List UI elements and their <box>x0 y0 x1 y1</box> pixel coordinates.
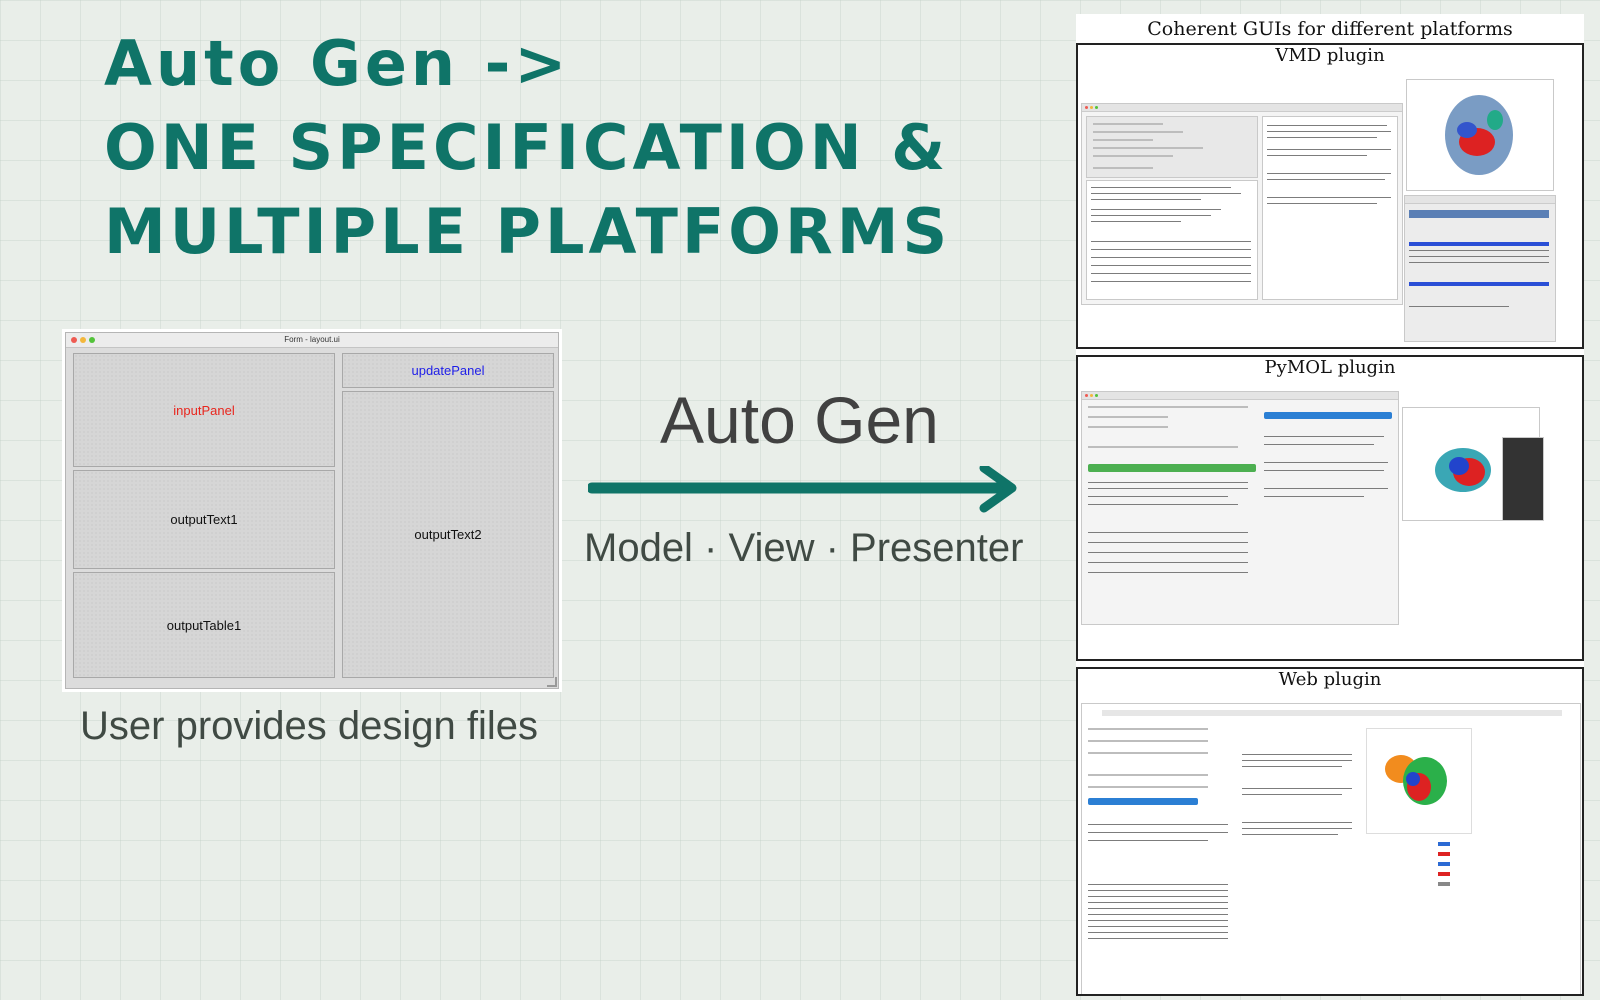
output-table1-label: outputTable1 <box>166 617 242 633</box>
arrow-right-icon <box>588 466 1017 513</box>
designer-window: Form - layout.ui inputPanel updatePanel … <box>62 329 562 692</box>
headline-line-1: Auto Gen -> <box>104 27 571 100</box>
output-table1-panel[interactable]: outputTable1 <box>73 572 335 678</box>
output-text1-panel[interactable]: outputText1 <box>73 470 335 569</box>
update-panel-label: updatePanel <box>411 363 485 378</box>
resize-grip-icon[interactable] <box>547 677 557 687</box>
web-molecule-display <box>1366 728 1472 834</box>
vmd-main-window <box>1404 195 1556 342</box>
output-text2-label: outputText2 <box>414 527 482 542</box>
headline-line-2: ONE SPECIFICATION & <box>104 111 950 184</box>
vmd-plugin-title: VMD plugin <box>1275 45 1385 66</box>
web-plugin-panel: Web plugin <box>1076 667 1584 996</box>
update-panel[interactable]: updatePanel <box>342 353 554 388</box>
designer-window-title: Form - layout.ui <box>284 335 340 344</box>
input-panel-label: inputPanel <box>173 402 235 418</box>
zoom-dot-icon[interactable] <box>89 337 95 343</box>
output-text1-label: outputText1 <box>170 512 238 527</box>
vmd-molecule-display <box>1406 79 1554 191</box>
vmd-plugin-window <box>1081 103 1403 305</box>
input-panel[interactable]: inputPanel <box>73 353 335 467</box>
web-plugin-window <box>1081 703 1581 994</box>
mvp-label: Model · View · Presenter <box>584 526 1024 570</box>
auto-gen-label: Auto Gen <box>660 383 939 457</box>
web-plugin-title: Web plugin <box>1278 669 1382 690</box>
headline-line-3: MULTIPLE PLATFORMS <box>104 195 952 268</box>
figure-title: Coherent GUIs for different platforms <box>1147 18 1513 40</box>
pymol-object-list <box>1502 437 1544 521</box>
close-dot-icon[interactable] <box>71 337 77 343</box>
output-text2-panel[interactable]: outputText2 <box>342 391 554 678</box>
designer-form: Form - layout.ui inputPanel updatePanel … <box>65 332 559 689</box>
vmd-plugin-panel: VMD plugin <box>1076 43 1584 349</box>
pymol-plugin-panel: PyMOL plugin <box>1076 355 1584 661</box>
minimize-dot-icon[interactable] <box>80 337 86 343</box>
headline: Auto Gen -> ONE SPECIFICATION & MULTIPLE… <box>104 22 951 274</box>
pymol-plugin-window <box>1081 391 1399 625</box>
caption-design-files: User provides design files <box>80 704 538 748</box>
pymol-plugin-title: PyMOL plugin <box>1264 357 1396 378</box>
platforms-figure: Coherent GUIs for different platforms VM… <box>1076 14 1584 996</box>
designer-titlebar: Form - layout.ui <box>66 333 558 348</box>
